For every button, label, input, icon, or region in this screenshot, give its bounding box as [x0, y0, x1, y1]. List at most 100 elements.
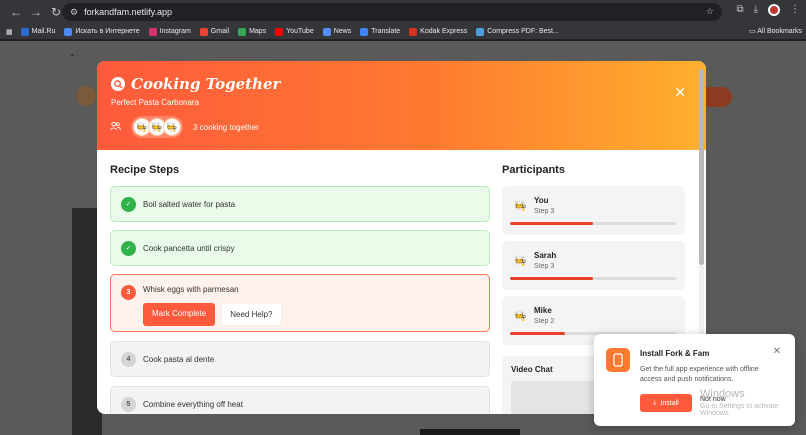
install-title: Install Fork & Fam: [640, 349, 710, 358]
participant-avatars: 🧑‍🍳 🧑‍🍳 🧑‍🍳: [131, 116, 183, 138]
participants-heading: Participants: [502, 164, 565, 176]
recipe-step[interactable]: 5 Combine everything off heat: [110, 386, 490, 414]
chef-avatar-icon: 🧑‍🍳: [514, 311, 527, 322]
bookmark-label: Mail.Ru: [31, 28, 56, 35]
url-text: forkandfam.netlify.app: [84, 7, 172, 17]
participant-card: 🧑‍🍳 Sarah Step 3: [502, 241, 685, 290]
step-text: Cook pancetta until crispy: [143, 243, 235, 253]
recipe-step[interactable]: 3 Whisk eggs with parmesan Mark Complete Ne…: [110, 274, 490, 332]
download-icon: ⤓: [653, 399, 657, 406]
chef-avatar-icon: 🧑‍🍳: [514, 256, 527, 267]
not-now-button[interactable]: Not now: [700, 396, 726, 403]
check-icon: ✓: [121, 240, 136, 256]
cooking-count: 3 cooking together: [193, 122, 259, 132]
video-chat-heading: Video Chat: [511, 365, 553, 374]
mark-complete-button[interactable]: Mark Complete: [143, 303, 216, 326]
windows-watermark-sub: Go to Settings to activate Windows.: [700, 403, 779, 417]
close-icon[interactable]: ✕: [674, 85, 686, 99]
progress-track: [510, 222, 676, 225]
bookmark-item[interactable]: News: [322, 27, 352, 36]
step-text: Boil salted water for pasta: [143, 199, 236, 209]
recipe-step[interactable]: ✓ Boil salted water for pasta: [110, 186, 490, 222]
page-logo: [76, 86, 96, 106]
forward-icon[interactable]: →: [26, 5, 46, 19]
progress-fill: [510, 277, 593, 280]
profile-avatar[interactable]: [768, 4, 780, 16]
chef-avatar-icon: 🧑‍🍳: [514, 201, 527, 212]
apps-icon[interactable]: ▦: [6, 28, 13, 36]
back-icon[interactable]: ←: [6, 5, 26, 19]
bookmark-label: Gmail: [210, 28, 230, 35]
bookmark-label: Kodak Express: [420, 28, 468, 35]
bookmark-favicon-icon: [476, 27, 485, 36]
participant-step: Step 2: [534, 318, 555, 325]
page-nav: ◂ ····: [70, 52, 85, 59]
step-number: 3: [121, 285, 136, 300]
bookmark-item[interactable]: Gmail: [199, 27, 230, 36]
bookmark-item[interactable]: Kodak Express: [409, 27, 468, 36]
address-bar[interactable]: ⚙ forkandfam.netlify.app ☆: [62, 3, 722, 21]
bookmark-item[interactable]: Mail.Ru: [20, 27, 56, 36]
modal-title: Cooking Together: [131, 75, 281, 93]
install-close-icon[interactable]: ✕: [773, 346, 781, 357]
bookmark-favicon-icon: [322, 27, 331, 36]
bookmark-label: Maps: [249, 28, 267, 35]
progress-fill: [510, 222, 593, 225]
modal-header: Cooking Together Perfect Pasta Carbonara…: [97, 61, 706, 150]
bookmark-label: YouTube: [286, 28, 314, 35]
users-icon: [110, 118, 121, 136]
participant-name: Mike: [534, 306, 552, 315]
install-description: Get the full app experience with offline…: [640, 366, 759, 383]
step-text: Combine everything off heat: [143, 399, 243, 409]
need-help-button[interactable]: Need Help?: [221, 303, 282, 326]
participant-name: Sarah: [534, 251, 557, 260]
step-number: 5: [121, 396, 136, 412]
bookmark-item[interactable]: YouTube: [275, 27, 314, 36]
step-text: Cook pasta al dente: [143, 354, 215, 364]
menu-icon[interactable]: ⋮: [790, 4, 800, 16]
progress-track: [510, 277, 676, 280]
bookmark-favicon-icon: [275, 27, 284, 36]
bookmark-label: Compress PDF: Best...: [487, 28, 559, 35]
recipe-steps-heading: Recipe Steps: [110, 164, 180, 176]
progress-fill: [510, 332, 565, 335]
phone-icon: [606, 348, 630, 372]
bookmark-item[interactable]: Maps: [238, 27, 267, 36]
bookmark-item[interactable]: Искать в Интернете: [64, 27, 140, 36]
bookmark-favicon-icon: [409, 27, 418, 36]
participant-step: Step 3: [534, 263, 555, 270]
extensions-icon[interactable]: ⧉: [736, 4, 743, 16]
recipe-step[interactable]: ✓ Cook pancetta until crispy: [110, 230, 490, 266]
recipe-subtitle: Perfect Pasta Carbonara: [111, 98, 200, 107]
bookmark-favicon-icon: [64, 27, 73, 36]
bookmark-label: News: [333, 28, 352, 35]
bookmark-favicon-icon: [360, 27, 369, 36]
all-bookmarks[interactable]: ▭ All Bookmarks: [749, 27, 802, 35]
scrollbar-thumb[interactable]: [699, 69, 704, 265]
check-icon: ✓: [121, 196, 136, 212]
all-bookmarks-label: All Bookmarks: [757, 28, 802, 35]
site-info-icon[interactable]: ⚙: [70, 7, 78, 18]
install-button[interactable]: ⤓ Install: [640, 394, 692, 412]
participant-name: You: [534, 196, 549, 205]
recipe-step[interactable]: 4 Cook pasta al dente: [110, 341, 490, 377]
bookmark-item[interactable]: Compress PDF: Best...: [476, 27, 559, 36]
bookmark-item[interactable]: Instagram: [148, 27, 191, 36]
bookmark-favicon-icon: [148, 27, 157, 36]
page-footer-block: [420, 429, 520, 435]
download-icon[interactable]: ⤓: [754, 4, 758, 16]
bookmark-favicon-icon: [20, 27, 29, 36]
bookmark-label: Искать в Интернете: [75, 28, 140, 35]
participant-card: 🧑‍🍳 You Step 3: [502, 186, 685, 235]
bookmark-star-icon[interactable]: ☆: [706, 6, 714, 17]
participant-step: Step 3: [534, 208, 555, 215]
install-prompt: Install Fork & Fam Get the full app expe…: [594, 334, 795, 426]
bookmark-favicon-icon: [199, 27, 208, 36]
bookmark-favicon-icon: [238, 27, 247, 36]
bookmark-label: Instagram: [159, 28, 191, 35]
bookmark-label: Translate: [371, 28, 401, 35]
bookmark-item[interactable]: Translate: [360, 27, 401, 36]
browser-toolbar: ← → ↻ ⚙ forkandfam.netlify.app ☆ ⧉ ⤓ ⋮: [0, 0, 806, 24]
avatar: 🧑‍🍳: [163, 118, 181, 136]
search-utensil-icon: [111, 77, 125, 91]
